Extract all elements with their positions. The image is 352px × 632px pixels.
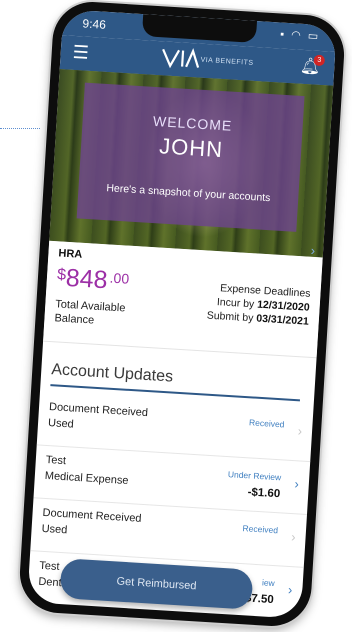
chevron-right-icon[interactable]: › [294, 476, 299, 491]
hamburger-menu-icon[interactable]: ☰ [72, 42, 89, 64]
connector-line [0, 128, 40, 129]
logo-text: VIA BENEFITS [200, 56, 254, 67]
balance-amount: $848.00 [56, 263, 130, 296]
signal-wifi-battery-icon: ▪ ◠ ▭ [279, 28, 321, 43]
logo-mark-icon [162, 48, 200, 69]
chevron-right-icon[interactable]: › [297, 423, 302, 438]
item-amount: -$1.60 [247, 486, 281, 501]
status-label: Under Review [227, 469, 282, 483]
available-balance-label: Total Available Balance [54, 298, 126, 327]
submit-label: Submit by [206, 309, 254, 325]
item-title: Document Received [48, 401, 149, 420]
status-label: iew [261, 577, 276, 589]
status-label: Received [242, 523, 279, 536]
item-subtitle: Medical Expense [44, 469, 129, 488]
expense-deadlines: Expense Deadlines Incur by 12/31/2020 Su… [206, 281, 311, 329]
phone-frame: 9:46 ▪ ◠ ▭ ☰ VIA BENEFITS 🔔︎ 3 WELCOME J… [17, 0, 347, 629]
notification-badge: 3 [313, 54, 326, 67]
amount-dollars: 848 [65, 263, 109, 295]
item-title: Test [45, 453, 67, 468]
snapshot-text: Here's a snapshot of your accounts [106, 182, 271, 205]
chevron-right-icon[interactable]: › [288, 582, 293, 597]
item-subtitle: Used [41, 522, 68, 537]
welcome-panel: WELCOME JOHN Here's a snapshot of your a… [76, 82, 305, 232]
app-screen: 9:46 ▪ ◠ ▭ ☰ VIA BENEFITS 🔔︎ 3 WELCOME J… [27, 9, 337, 619]
status-label: Received [248, 417, 285, 430]
item-title: Test [38, 559, 60, 573]
incur-label: Incur by [216, 296, 255, 311]
currency-symbol: $ [56, 266, 67, 284]
item-title: Document Received [42, 506, 142, 525]
welcome-hero: WELCOME JOHN Here's a snapshot of your a… [49, 69, 334, 258]
chevron-right-icon[interactable]: › [291, 529, 296, 544]
item-subtitle: Used [47, 417, 75, 431]
submit-date: 03/31/2021 [255, 312, 310, 328]
account-type: HRA [58, 247, 83, 261]
hra-account-card[interactable]: HRA $848.00 Total Available Balance Expe… [43, 240, 323, 359]
via-benefits-logo: VIA BENEFITS [160, 46, 281, 77]
status-time: 9:46 [82, 16, 107, 32]
amount-cents: .00 [109, 269, 130, 287]
chevron-right-icon[interactable]: › [310, 243, 315, 258]
